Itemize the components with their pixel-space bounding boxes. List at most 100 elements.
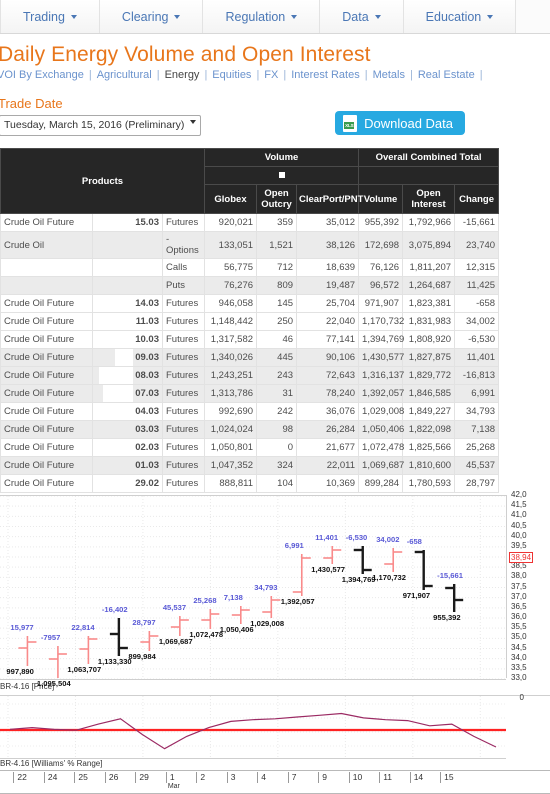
prod[interactable]: Crude Oil Future <box>0 294 93 313</box>
col-change[interactable]: Change <box>454 184 500 214</box>
williams-range-plot[interactable] <box>0 696 506 759</box>
header-total-marker <box>358 166 500 185</box>
table-row[interactable]: Crude Oil Future 10.03 Futures 1,317,582 46 7… <box>0 330 500 349</box>
nav-item-education[interactable]: Education <box>403 0 517 33</box>
open-interest-cell: 1,831,983 <box>402 312 456 331</box>
breadcrumb-equities[interactable]: Equities <box>212 69 251 81</box>
col-globex[interactable]: Globex <box>204 184 258 214</box>
change-cell: -658 <box>454 294 500 313</box>
table-row[interactable]: Crude Oil Future 03.03 Futures 1,024,024 98 2… <box>0 420 500 439</box>
trade-date-value: Tuesday, March 15, 2016 (Preliminary) <box>4 119 185 131</box>
globex-cell: 1,313,786 <box>204 384 258 403</box>
download-data-button[interactable]: Download Data <box>335 111 465 135</box>
breadcrumb-interest-rates[interactable]: Interest Rates <box>291 69 359 81</box>
y-axis-tick: 40,5 <box>511 520 527 530</box>
table-row[interactable]: Crude Oil Future 14.03 Futures 946,058 145 25… <box>0 294 500 313</box>
table-row[interactable]: Crude Oil Future 04.03 Futures 992,690 242 36… <box>0 402 500 421</box>
chevron-down-icon <box>487 14 494 19</box>
prod[interactable]: Crude Oil Future <box>0 384 93 403</box>
table-row[interactable]: Crude Oil Future 08.03 Futures 1,243,251 243… <box>0 366 500 385</box>
page-root: Trading Clearing Regulation Data Educati… <box>0 0 550 794</box>
breadcrumb-voi-by-exchange[interactable]: VOI By Exchange <box>0 69 84 81</box>
ohlc-bar[interactable] <box>414 550 433 590</box>
table-row[interactable]: Crude Oil - Options 133,051 1,521 38,126 172,… <box>0 231 500 259</box>
nav-item-data[interactable]: Data <box>320 0 404 33</box>
type-cell: Futures <box>161 420 206 439</box>
price-panel-label: BR-4.16 [Price] <box>0 679 550 696</box>
prod[interactable]: Crude Oil Future <box>0 312 93 331</box>
ohlc-bar[interactable] <box>353 546 372 574</box>
breadcrumb-real-estate[interactable]: Real Estate <box>418 69 475 81</box>
change-cell: 34,793 <box>454 402 500 421</box>
nav-item-trading[interactable]: Trading <box>0 0 100 33</box>
xls-file-icon <box>343 114 358 132</box>
col-open-outcry[interactable]: Open Outcry <box>256 184 298 214</box>
type-cell: Futures <box>161 294 206 313</box>
prod[interactable]: Crude Oil Future <box>0 402 93 421</box>
clearport-cell: 25,704 <box>296 294 360 313</box>
ohlc-bar[interactable] <box>201 609 220 629</box>
nav-item-clearing[interactable]: Clearing <box>99 0 204 33</box>
clearport-cell: 38,126 <box>296 231 360 259</box>
prod[interactable]: Crude Oil Future <box>0 366 93 385</box>
ohlc-bar[interactable] <box>384 548 403 572</box>
breadcrumb-agricultural[interactable]: Agricultural <box>97 69 152 81</box>
globex-cell: 1,317,582 <box>204 330 258 349</box>
prod[interactable] <box>0 258 93 277</box>
globex-cell: 1,050,801 <box>204 438 258 457</box>
table-row[interactable]: Crude Oil Future 15.03 Futures 920,021 359 35… <box>0 213 500 232</box>
date-cell: 07.03 <box>92 384 163 403</box>
table-row[interactable]: Crude Oil Future 09.03 Futures 1,340,026 445… <box>0 348 500 367</box>
ohlc-bar[interactable] <box>292 554 311 596</box>
nav-item-regulation[interactable]: Regulation <box>203 0 321 33</box>
change-label: 6,991 <box>284 541 304 550</box>
breadcrumb-fx[interactable]: FX <box>264 69 278 81</box>
prod[interactable]: Crude Oil Future <box>0 438 93 457</box>
prod[interactable]: Crude Oil Future <box>0 456 93 475</box>
type-cell: Futures <box>161 402 206 421</box>
col-volume[interactable]: Volume <box>358 184 404 214</box>
ohlc-bar[interactable] <box>323 546 342 564</box>
table-row[interactable]: Crude Oil Future 02.03 Futures 1,050,801 0 21… <box>0 438 500 457</box>
ohlc-bar[interactable] <box>79 636 98 664</box>
prod[interactable]: Crude Oil <box>0 231 93 259</box>
chart-area: 42,041,541,040,540,039,539,038,538,037,5… <box>0 491 550 794</box>
nav-label: Data <box>342 9 369 24</box>
trade-date-select[interactable]: Tuesday, March 15, 2016 (Preliminary) <box>0 115 202 136</box>
breadcrumb-metals[interactable]: Metals <box>373 69 405 81</box>
ohlc-bar[interactable] <box>48 646 67 678</box>
prod[interactable]: Crude Oil Future <box>0 348 93 367</box>
col-open-interest[interactable]: Open Interest <box>402 184 456 214</box>
price-chart-plot[interactable] <box>0 495 506 680</box>
ohlc-bar[interactable] <box>18 636 37 666</box>
table-row[interactable]: Crude Oil Future 07.03 Futures 1,313,786 31 7… <box>0 384 500 403</box>
change-cell: 34,002 <box>454 312 500 331</box>
x-axis-tick: 22 <box>13 772 27 783</box>
ohlc-bar[interactable] <box>109 618 128 656</box>
prod[interactable]: Crude Oil Future <box>0 213 93 232</box>
col-clearport-pnt[interactable]: ClearPort/PNT <box>296 184 363 214</box>
chevron-down-icon <box>190 120 197 124</box>
table-row[interactable]: Crude Oil Future 11.03 Futures 1,148,442 250… <box>0 312 500 331</box>
table-row[interactable]: Puts 76,276 809 19,487 96,572 1,264,687 11,425 <box>0 276 500 295</box>
clearport-cell: 90,106 <box>296 348 360 367</box>
breadcrumb-energy[interactable]: Energy <box>165 69 200 81</box>
table-row[interactable]: Calls 56,775 712 18,639 76,126 1,811,207 12,31… <box>0 258 500 277</box>
x-axis-month-label: Mar <box>167 783 180 790</box>
globex-cell: 76,276 <box>204 276 258 295</box>
prod[interactable]: Crude Oil Future <box>0 474 93 493</box>
y-axis-tick: 37,5 <box>511 581 527 591</box>
volume-cell: 971,907 <box>358 294 404 313</box>
open-outcry-cell: 104 <box>256 474 298 493</box>
ohlc-bar[interactable] <box>170 616 189 636</box>
prod[interactable]: Crude Oil Future <box>0 330 93 349</box>
table-row[interactable]: Crude Oil Future 29.02 Futures 888,811 104 10… <box>0 474 500 493</box>
volume-cell: 1,170,732 <box>358 312 404 331</box>
table-row[interactable]: Crude Oil Future 01.03 Futures 1,047,352 324… <box>0 456 500 475</box>
prod[interactable]: Crude Oil Future <box>0 420 93 439</box>
prod[interactable] <box>0 276 93 295</box>
ohlc-bar[interactable] <box>231 606 250 624</box>
type-cell: Futures <box>161 438 206 457</box>
x-axis-tick: 26 <box>104 772 118 783</box>
voi-table: Products Volume Overall Combined Total G… <box>0 148 500 493</box>
